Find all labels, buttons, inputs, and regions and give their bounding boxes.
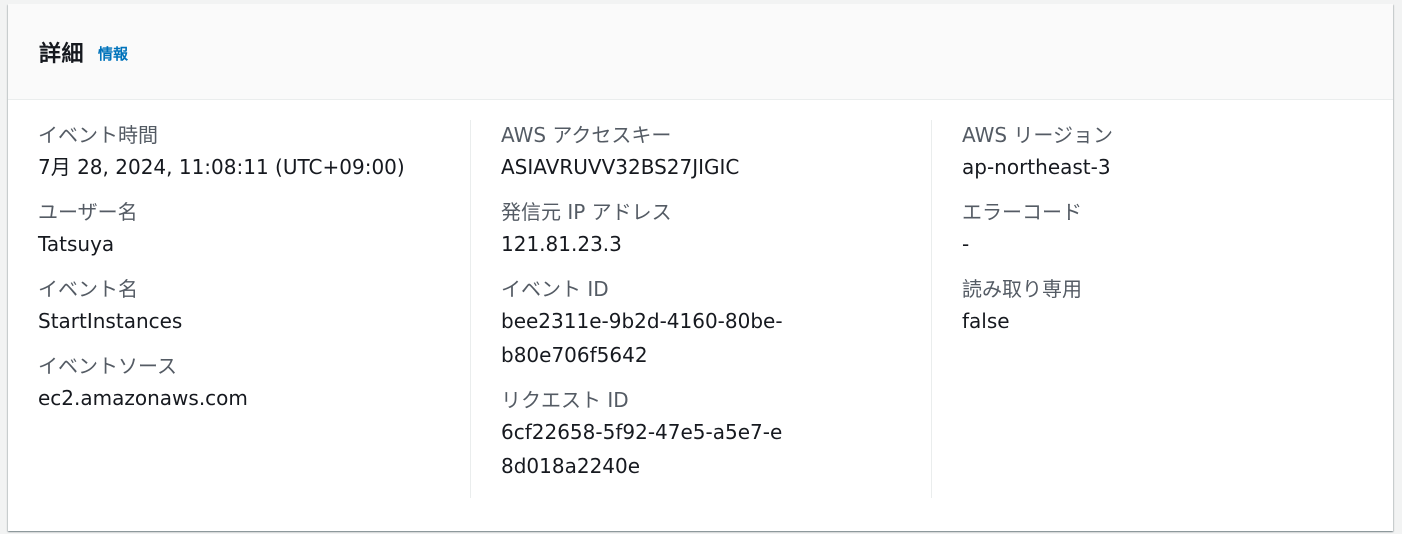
field-label: イベントソース (38, 354, 177, 378)
field-value: - (962, 232, 970, 256)
field-value: StartInstances (38, 309, 183, 333)
info-link[interactable]: 情報 (98, 43, 128, 64)
field-event-time: イベント時間 7月 28, 2024, 11:08:11 (UTC+09:00) (38, 120, 470, 184)
field-label: 発信元 IP アドレス (501, 200, 672, 224)
field-label: 読み取り専用 (962, 277, 1082, 301)
field-value: 6cf22658-5f92-47e5-a5e7-e8d018a2240e (501, 420, 783, 478)
field-source-ip: 発信元 IP アドレス 121.81.23.3 (501, 197, 931, 261)
field-label: エラーコード (962, 200, 1082, 224)
field-label: ユーザー名 (38, 200, 138, 224)
field-value: 121.81.23.3 (501, 232, 622, 256)
panel-header: 詳細 情報 (8, 4, 1393, 100)
field-user-name: ユーザー名 Tatsuya (38, 197, 470, 261)
field-label: イベント ID (501, 277, 609, 301)
field-value: Tatsuya (38, 232, 115, 256)
panel-body: イベント時間 7月 28, 2024, 11:08:11 (UTC+09:00)… (8, 100, 1393, 508)
field-label: イベント名 (38, 277, 138, 301)
field-value: bee2311e-9b2d-4160-80be-b80e706f5642 (501, 309, 783, 367)
details-panel: 詳細 情報 イベント時間 7月 28, 2024, 11:08:11 (UTC+… (8, 4, 1393, 531)
panel-title: 詳細 (39, 41, 85, 67)
details-column-1: イベント時間 7月 28, 2024, 11:08:11 (UTC+09:00)… (8, 120, 470, 498)
field-value: 7月 28, 2024, 11:08:11 (UTC+09:00) (38, 155, 405, 179)
field-label: リクエスト ID (501, 388, 629, 412)
field-access-key: AWS アクセスキー ASIAVRUVV32BS27JIGIC (501, 120, 931, 184)
field-value: false (962, 309, 1010, 333)
field-event-source: イベントソース ec2.amazonaws.com (38, 351, 470, 415)
details-column-2: AWS アクセスキー ASIAVRUVV32BS27JIGIC 発信元 IP ア… (470, 120, 931, 498)
field-request-id: リクエスト ID 6cf22658-5f92-47e5-a5e7-e8d018a… (501, 385, 931, 483)
field-error-code: エラーコード - (962, 197, 1392, 261)
field-event-id: イベント ID bee2311e-9b2d-4160-80be-b80e706f… (501, 274, 931, 372)
field-value: ec2.amazonaws.com (38, 386, 248, 410)
field-value: ap-northeast-3 (962, 155, 1111, 179)
field-read-only: 読み取り専用 false (962, 274, 1392, 338)
field-label: AWS アクセスキー (501, 123, 672, 147)
field-label: AWS リージョン (962, 123, 1114, 147)
field-event-name: イベント名 StartInstances (38, 274, 470, 338)
field-label: イベント時間 (38, 123, 158, 147)
field-value: ASIAVRUVV32BS27JIGIC (501, 155, 740, 179)
field-aws-region: AWS リージョン ap-northeast-3 (962, 120, 1392, 184)
details-column-3: AWS リージョン ap-northeast-3 エラーコード - 読み取り専用… (931, 120, 1392, 498)
